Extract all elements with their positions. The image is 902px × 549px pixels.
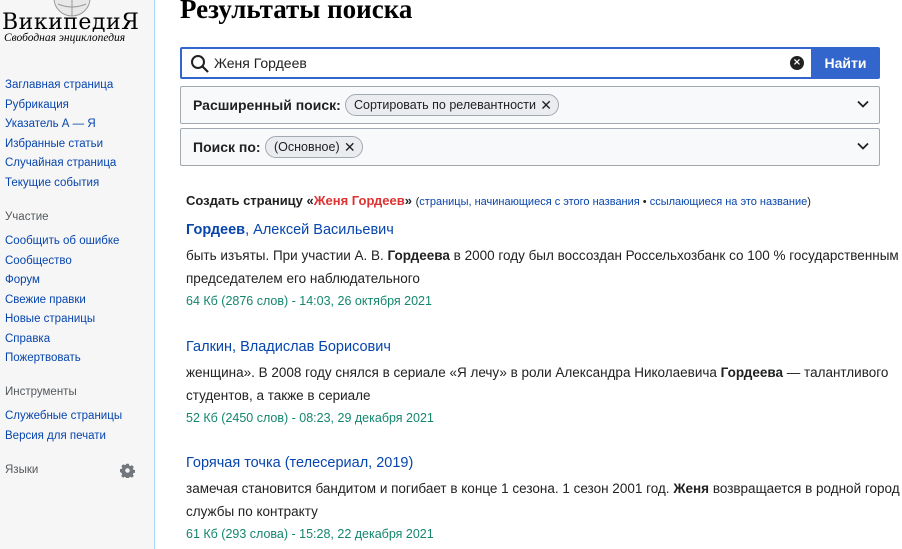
result-snippet: женщина». В 2008 году снялся в сериале «… xyxy=(186,361,902,384)
prefix-index-link[interactable]: страницы, начинающиеся с этого названия xyxy=(419,196,639,208)
result-snippet-line2: службы по контракту xyxy=(186,504,318,519)
result-snippet-line2: студентов, а также в сериале xyxy=(186,388,371,403)
search-icon xyxy=(191,55,209,73)
search-box[interactable]: × xyxy=(180,47,813,79)
result-snippet-line2: председателем его наблюдательного xyxy=(186,271,420,286)
result-title-link[interactable]: Горячая точка (телесериал, 2019) xyxy=(186,455,902,477)
create-aux: (страницы, начинающиеся с этого названия… xyxy=(416,196,811,208)
nav-current-events[interactable]: Текущие события xyxy=(5,174,116,194)
nav-new-pages[interactable]: Новые страницы xyxy=(5,310,119,330)
create-page-line: Создать страницу «Женя Гордеев» (страниц… xyxy=(186,193,811,208)
nav-help[interactable]: Справка xyxy=(5,330,119,350)
nav-report-error[interactable]: Сообщить об ошибке xyxy=(5,232,119,252)
nav-index[interactable]: Указатель А — Я xyxy=(5,115,116,135)
result-snippet: замечая становится бандитом и погибает в… xyxy=(186,477,902,500)
sort-chip[interactable]: Сортировать по релевантности ✕ xyxy=(345,94,559,116)
tools-heading: Инструменты xyxy=(5,386,77,398)
namespace-chip[interactable]: (Основное) ✕ xyxy=(265,136,363,158)
create-prefix: Создать страницу « xyxy=(186,193,314,208)
result-title-link[interactable]: Гордеев, Алексей Васильевич xyxy=(186,222,902,244)
chevron-down-icon[interactable] xyxy=(857,98,869,110)
namespace-panel[interactable]: Поиск по: (Основное) ✕ xyxy=(180,128,880,166)
result-meta: 52 Кб (2450 слов) - 08:23, 29 декабря 20… xyxy=(186,411,434,425)
nav-main-page[interactable]: Заглавная страница xyxy=(5,76,116,96)
nav-categories[interactable]: Рубрикация xyxy=(5,96,116,116)
namespace-chip-label: (Основное) xyxy=(274,140,340,154)
languages-heading: Языки xyxy=(5,464,39,476)
nav-special-pages[interactable]: Служебные страницы xyxy=(5,407,122,427)
result-meta: 64 Кб (2876 слов) - 14:03, 26 октября 20… xyxy=(186,294,432,308)
result-title-link[interactable]: Галкин, Владислав Борисович xyxy=(186,339,902,361)
advanced-search-label: Расширенный поиск: xyxy=(193,97,341,113)
participation-heading: Участие xyxy=(5,211,49,223)
snippet-text: быть изъяты. При участии А. В. xyxy=(186,248,388,263)
create-suffix: » xyxy=(404,193,412,208)
snippet-match: Женя xyxy=(673,481,710,496)
nav-donate[interactable]: Пожертвовать xyxy=(5,349,119,369)
aux-close: ) xyxy=(807,196,811,208)
snippet-text: женщина». В 2008 году снялся в сериале «… xyxy=(186,365,721,380)
page-title: Результаты поиска xyxy=(180,0,413,24)
clear-icon[interactable]: × xyxy=(790,56,804,70)
remove-chip-icon[interactable]: ✕ xyxy=(540,95,552,115)
namespace-label: Поиск по: xyxy=(193,139,261,155)
nav-random[interactable]: Случайная страница xyxy=(5,154,116,174)
sort-chip-label: Сортировать по релевантности xyxy=(354,98,536,112)
tools-navigation: Служебные страницы Версия для печати xyxy=(5,407,122,446)
search-result: Галкин, Владислав Борисович женщина». В … xyxy=(186,339,902,429)
snippet-text: возвращается в родной город xyxy=(709,481,900,496)
snippet-match: Гордеева xyxy=(720,365,784,380)
remove-chip-icon[interactable]: ✕ xyxy=(344,137,356,157)
snippet-text: — талантливого xyxy=(783,365,889,380)
chevron-down-icon[interactable] xyxy=(857,140,869,152)
title-rest: , Алексей Васильевич xyxy=(245,222,394,238)
what-links-here-link[interactable]: ссылающиеся на это название xyxy=(650,196,808,208)
result-snippet: быть изъяты. При участии А. В. Гордеева … xyxy=(186,244,902,267)
result-meta: 61 Кб (293 слова) - 15:28, 22 декабря 20… xyxy=(186,527,434,541)
nav-printable[interactable]: Версия для печати xyxy=(5,427,122,447)
logo-tagline: Свободная энциклопедия xyxy=(4,32,126,44)
aux-sep: • xyxy=(639,196,650,208)
nav-recent-changes[interactable]: Свежие правки xyxy=(5,291,119,311)
participation-navigation: Сообщить об ошибке Сообщество Форум Свеж… xyxy=(5,232,119,369)
snippet-text: замечая становится бандитом и погибает в… xyxy=(186,481,674,496)
nav-featured[interactable]: Избранные статьи xyxy=(5,135,116,155)
main-navigation: Заглавная страница Рубрикация Указатель … xyxy=(5,76,116,193)
snippet-match: Гордеева xyxy=(387,248,450,263)
snippet-text: в 2000 году был воссоздан Россельхозбанк… xyxy=(449,248,899,263)
search-button[interactable]: Найти xyxy=(811,47,880,79)
sidebar: ВикипедиЯ Свободная энциклопедия Заглавн… xyxy=(0,0,154,549)
search-input[interactable] xyxy=(214,53,774,73)
create-page-link[interactable]: Женя Гордеев xyxy=(314,193,405,208)
search-result: Горячая точка (телесериал, 2019) замечая… xyxy=(186,455,902,545)
gear-icon[interactable] xyxy=(120,463,135,478)
main-content: Результаты поиска × Найти Расширенный по… xyxy=(154,0,902,549)
nav-forum[interactable]: Форум xyxy=(5,271,119,291)
advanced-search-panel[interactable]: Расширенный поиск: Сортировать по релева… xyxy=(180,86,880,124)
title-match: Гордеев xyxy=(186,222,246,238)
nav-community[interactable]: Сообщество xyxy=(5,252,119,272)
search-result: Гордеев, Алексей Васильевич быть изъяты.… xyxy=(186,222,902,312)
